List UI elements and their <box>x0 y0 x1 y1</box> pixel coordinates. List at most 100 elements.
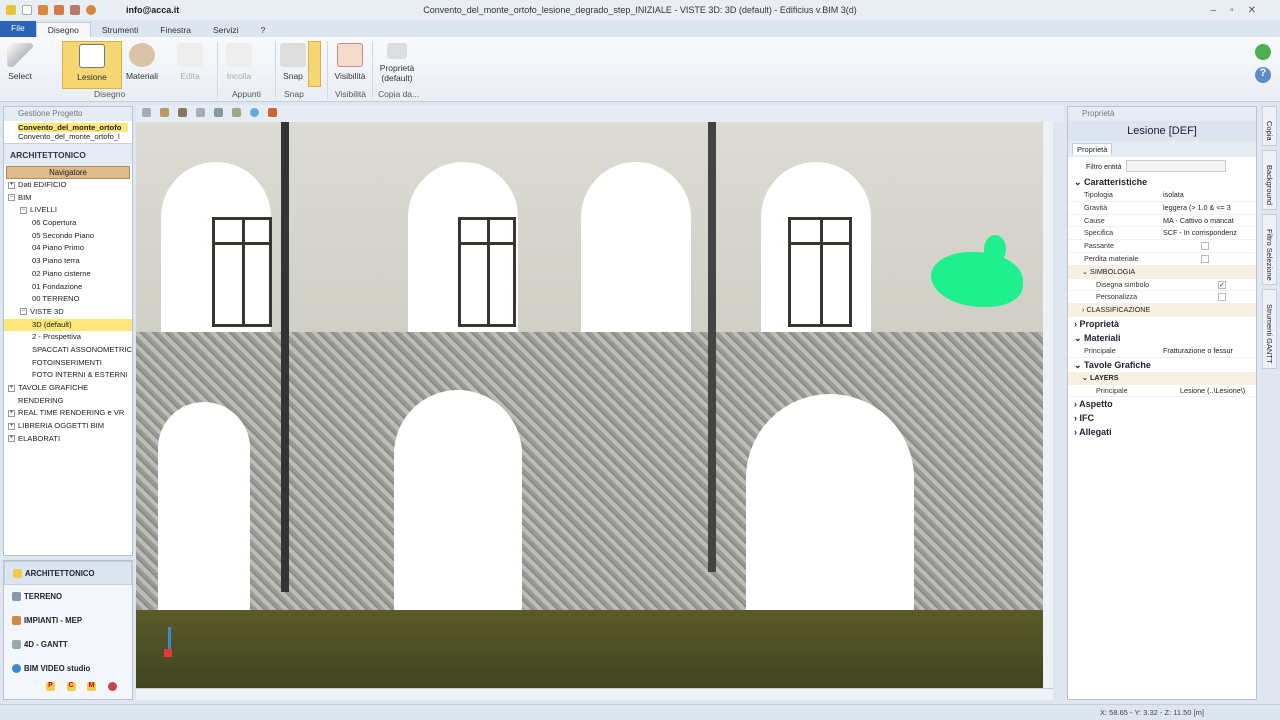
tree-item[interactable]: + Dati EDIFICIO <box>4 179 132 192</box>
tree-item[interactable]: 03 Piano terra <box>4 255 132 268</box>
expand-toggle[interactable]: + <box>8 409 15 417</box>
prop-row-personalizza[interactable]: Personalizza <box>1068 291 1256 305</box>
prop-row-tipologia[interactable]: Tipologia isolata <box>1068 189 1256 202</box>
view-tool-icon[interactable] <box>142 108 151 117</box>
prop-row-cause[interactable]: Cause MA - Cattivo o mancat <box>1068 215 1256 228</box>
project-file-active[interactable]: Convento_del_monte_ortofo <box>18 123 128 132</box>
badge-c[interactable]: C <box>66 682 76 692</box>
sub-simbologia[interactable]: ⌄ SIMBOLOGIA <box>1068 265 1256 279</box>
checkbox[interactable] <box>1201 254 1209 263</box>
incolla-button[interactable]: Incolla <box>224 41 254 81</box>
side-tab-background[interactable]: Background <box>1262 149 1277 210</box>
view-tool-icon[interactable] <box>160 108 169 117</box>
tree-item[interactable]: FOTOINSERIMENTI <box>4 357 132 370</box>
tab-help[interactable]: ? <box>250 23 277 37</box>
tree-item[interactable]: − LIVELLI <box>4 204 132 217</box>
tree-item[interactable]: SPACCATI ASSONOMETRICI <box>4 344 132 357</box>
expand-toggle[interactable]: + <box>8 384 15 392</box>
prop-value[interactable]: SCF - In corrispondenz <box>1163 227 1256 239</box>
prop-row-gravita[interactable]: Gravità leggera (> 1.0 & <= 3 <box>1068 202 1256 215</box>
prop-row-specifica[interactable]: Specifica SCF - In corrispondenz <box>1068 227 1256 241</box>
tree-item[interactable]: 00 TERRENO <box>4 293 132 306</box>
prop-row-perdita[interactable]: Perdita materiale <box>1068 253 1256 266</box>
expand-toggle[interactable]: + <box>8 435 15 443</box>
proprieta-default-button[interactable]: Proprietà (default) <box>376 41 418 83</box>
section-proprieta[interactable]: › Proprietà <box>1068 317 1256 331</box>
prop-value[interactable]: Fratturazione o fessur <box>1163 345 1256 357</box>
tree-item[interactable]: 3D (default) <box>4 318 132 332</box>
settings-gear-icon[interactable] <box>107 682 117 692</box>
snap-button[interactable]: Snap <box>280 41 306 81</box>
tree-item[interactable]: + TAVOLE GRAFICHE <box>4 382 132 395</box>
section-materiali[interactable]: ⌄ Materiali <box>1068 331 1256 345</box>
share-icon[interactable] <box>268 108 277 117</box>
section-caratteristiche[interactable]: ⌄ Caratteristiche <box>1068 175 1256 189</box>
side-tab-filtro[interactable]: Filtro Selezione <box>1262 213 1277 286</box>
badge-p[interactable]: P <box>46 682 55 692</box>
edita-button[interactable]: Edita <box>175 41 205 81</box>
view-tool-icon[interactable] <box>178 108 187 117</box>
prop-row-layer[interactable]: Principale Lesione (..\Lesione\) <box>1068 385 1256 398</box>
module-gantt[interactable]: 4D - GANTT <box>4 633 132 657</box>
tree-item[interactable]: 04 Piano Primo <box>4 242 132 255</box>
module-impianti[interactable]: IMPIANTI - MEP <box>4 609 132 633</box>
visibilita-button[interactable]: Visibilità <box>332 41 368 81</box>
checkbox[interactable] <box>1201 242 1209 251</box>
section-tavole[interactable]: ⌄ Tavole Grafiche <box>1068 358 1256 372</box>
tree-item[interactable]: 02 Piano cisterne <box>4 268 132 281</box>
tab-proprieta[interactable]: Proprietà <box>1072 143 1113 155</box>
tree-item[interactable]: − BIM <box>4 192 132 205</box>
tree-item[interactable]: + ELABORATI <box>4 433 132 446</box>
tree-item[interactable]: RENDERING <box>4 395 132 408</box>
section-aspetto[interactable]: › Aspetto <box>1068 397 1256 411</box>
window-controls[interactable]: –▫✕ <box>1211 5 1271 16</box>
project-file[interactable]: Convento_del_monte_ortofo_l <box>18 132 128 141</box>
sub-classificazione[interactable]: › CLASSIFICAZIONE <box>1068 304 1256 317</box>
tab-finestra[interactable]: Finestra <box>149 23 202 37</box>
lesione-button[interactable]: Lesione <box>62 41 122 89</box>
tree-item[interactable]: + LIBRERIA OGGETTI BIM <box>4 420 132 433</box>
select-button[interactable]: Select <box>6 41 34 81</box>
prop-row-passante[interactable]: Passante <box>1068 240 1256 253</box>
view-tool-icon[interactable] <box>196 108 205 117</box>
tree-item[interactable]: 01 Fondazione <box>4 281 132 294</box>
expand-toggle[interactable]: + <box>8 422 15 430</box>
side-tab-gantt[interactable]: Strumenti GANTT <box>1262 289 1277 369</box>
expand-toggle[interactable]: − <box>20 308 27 316</box>
tab-file[interactable]: File <box>0 21 36 37</box>
snap-modes-toggle[interactable] <box>308 41 321 87</box>
prop-row-disegna[interactable]: Disegna simbolo ✓ <box>1068 279 1256 292</box>
view-tool-icon[interactable] <box>214 108 223 117</box>
prop-value[interactable]: MA - Cattivo o mancat <box>1163 215 1256 227</box>
render-icon[interactable] <box>250 108 259 117</box>
online-status-icon[interactable] <box>1255 44 1271 60</box>
module-bim-video[interactable]: BIM VIDEO studio <box>4 657 132 681</box>
vertical-scrollbar[interactable] <box>1043 122 1053 688</box>
prop-value[interactable]: isolata <box>1163 189 1256 201</box>
expand-toggle[interactable]: + <box>8 181 15 189</box>
view-tool-icon[interactable] <box>232 108 241 117</box>
horizontal-scrollbar[interactable] <box>136 688 1053 700</box>
tree-item[interactable]: FOTO INTERNI & ESTERNI <box>4 369 132 382</box>
section-allegati[interactable]: › Allegati <box>1068 425 1256 439</box>
module-terreno[interactable]: TERRENO <box>4 585 132 609</box>
materiali-button[interactable]: Materiali <box>125 41 159 81</box>
prop-row-materiale[interactable]: Principale Fratturazione o fessur <box>1068 345 1256 358</box>
3d-viewport[interactable] <box>136 122 1053 688</box>
tree-item[interactable]: − VISTE 3D <box>4 306 132 319</box>
filter-entity-select[interactable] <box>1125 160 1226 172</box>
expand-toggle[interactable]: − <box>20 206 27 214</box>
tab-strumenti[interactable]: Strumenti <box>91 23 149 37</box>
sub-layers[interactable]: ⌄ LAYERS <box>1068 371 1256 385</box>
side-tab-copia[interactable]: Copia <box>1262 106 1277 146</box>
badge-m[interactable]: M <box>87 682 97 692</box>
tab-disegno[interactable]: Disegno <box>35 22 91 37</box>
module-architettonico[interactable]: ARCHITETTONICO <box>4 561 132 585</box>
tree-item[interactable]: + REAL TIME RENDERING e VR <box>4 407 132 420</box>
help-icon[interactable]: ? <box>1255 67 1271 83</box>
checkbox[interactable] <box>1218 293 1226 302</box>
prop-value[interactable]: Lesione (..\Lesione\) <box>1180 385 1256 397</box>
tree-item[interactable]: 05 Secondo Piano <box>4 230 132 243</box>
tab-servizi[interactable]: Servizi <box>202 23 250 37</box>
tree-item[interactable]: 06 Copertura <box>4 217 132 230</box>
